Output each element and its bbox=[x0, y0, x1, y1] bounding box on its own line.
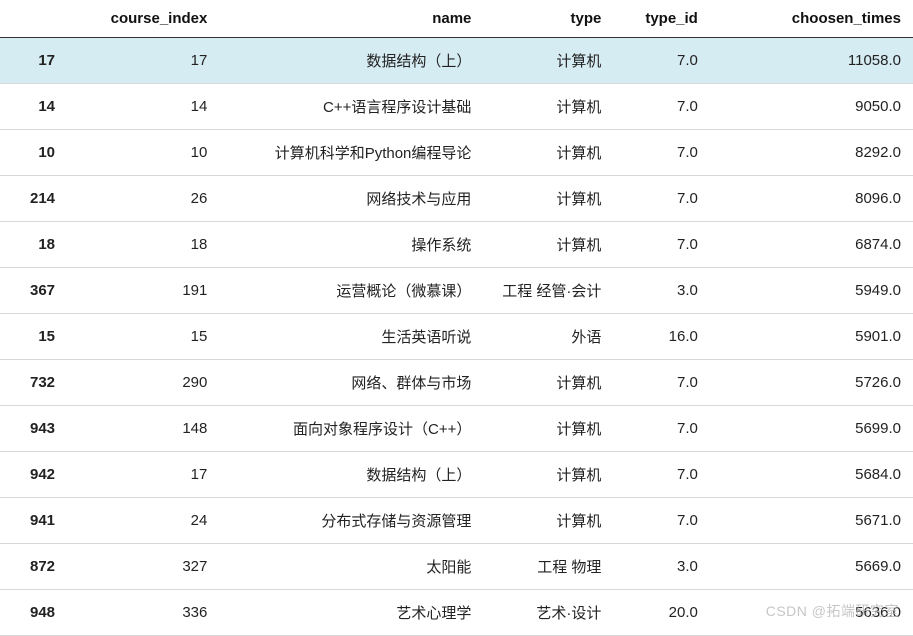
cell-course_index: 18 bbox=[67, 222, 219, 268]
cell-name: 太阳能 bbox=[219, 544, 483, 590]
cell-idx: 948 bbox=[0, 590, 67, 636]
cell-type: 计算机 bbox=[483, 406, 613, 452]
cell-type_id: 7.0 bbox=[613, 38, 709, 84]
cell-name: C++语言程序设计基础 bbox=[219, 84, 483, 130]
cell-course_index: 148 bbox=[67, 406, 219, 452]
cell-idx: 943 bbox=[0, 406, 67, 452]
cell-course_index: 336 bbox=[67, 590, 219, 636]
cell-type_id: 7.0 bbox=[613, 176, 709, 222]
col-type: type bbox=[483, 0, 613, 38]
cell-name: 网络技术与应用 bbox=[219, 176, 483, 222]
cell-type_id: 3.0 bbox=[613, 268, 709, 314]
cell-type_id: 20.0 bbox=[613, 590, 709, 636]
cell-choosen_times: 5901.0 bbox=[710, 314, 913, 360]
table-row: 943148面向对象程序设计（C++）计算机7.05699.0 bbox=[0, 406, 913, 452]
table-row: 732290网络、群体与市场计算机7.05726.0 bbox=[0, 360, 913, 406]
cell-type_id: 7.0 bbox=[613, 84, 709, 130]
cell-idx: 14 bbox=[0, 84, 67, 130]
cell-name: 分布式存储与资源管理 bbox=[219, 498, 483, 544]
col-type-id: type_id bbox=[613, 0, 709, 38]
table-row: 21426网络技术与应用计算机7.08096.0 bbox=[0, 176, 913, 222]
table-row: 94124分布式存储与资源管理计算机7.05671.0 bbox=[0, 498, 913, 544]
cell-idx: 15 bbox=[0, 314, 67, 360]
cell-type_id: 7.0 bbox=[613, 406, 709, 452]
table-row: 1010计算机科学和Python编程导论计算机7.08292.0 bbox=[0, 130, 913, 176]
cell-type_id: 7.0 bbox=[613, 360, 709, 406]
cell-choosen_times: 8292.0 bbox=[710, 130, 913, 176]
cell-choosen_times: 5726.0 bbox=[710, 360, 913, 406]
cell-type: 计算机 bbox=[483, 38, 613, 84]
cell-idx: 214 bbox=[0, 176, 67, 222]
col-index bbox=[0, 0, 67, 38]
cell-type: 外语 bbox=[483, 314, 613, 360]
cell-type: 计算机 bbox=[483, 130, 613, 176]
cell-course_index: 327 bbox=[67, 544, 219, 590]
cell-course_index: 24 bbox=[67, 498, 219, 544]
cell-course_index: 15 bbox=[67, 314, 219, 360]
cell-type: 计算机 bbox=[483, 498, 613, 544]
cell-type: 工程 物理 bbox=[483, 544, 613, 590]
cell-name: 数据结构（上） bbox=[219, 452, 483, 498]
cell-course_index: 191 bbox=[67, 268, 219, 314]
cell-course_index: 26 bbox=[67, 176, 219, 222]
cell-idx: 942 bbox=[0, 452, 67, 498]
table-header-row: course_index name type type_id choosen_t… bbox=[0, 0, 913, 38]
cell-type_id: 7.0 bbox=[613, 130, 709, 176]
cell-choosen_times: 5671.0 bbox=[710, 498, 913, 544]
cell-name: 计算机科学和Python编程导论 bbox=[219, 130, 483, 176]
cell-choosen_times: 5636.0 bbox=[710, 590, 913, 636]
cell-idx: 941 bbox=[0, 498, 67, 544]
col-name: name bbox=[219, 0, 483, 38]
table-row: 367191运营概论（微慕课）工程 经管·会计3.05949.0 bbox=[0, 268, 913, 314]
cell-course_index: 290 bbox=[67, 360, 219, 406]
cell-name: 艺术心理学 bbox=[219, 590, 483, 636]
cell-course_index: 17 bbox=[67, 38, 219, 84]
table-row: 94217数据结构（上）计算机7.05684.0 bbox=[0, 452, 913, 498]
data-table: course_index name type type_id choosen_t… bbox=[0, 0, 913, 636]
cell-course_index: 10 bbox=[67, 130, 219, 176]
table-row: 872327太阳能工程 物理3.05669.0 bbox=[0, 544, 913, 590]
cell-type_id: 7.0 bbox=[613, 222, 709, 268]
cell-type: 计算机 bbox=[483, 84, 613, 130]
cell-name: 操作系统 bbox=[219, 222, 483, 268]
cell-idx: 17 bbox=[0, 38, 67, 84]
cell-choosen_times: 6874.0 bbox=[710, 222, 913, 268]
table-row: 1515生活英语听说外语16.05901.0 bbox=[0, 314, 913, 360]
cell-type: 计算机 bbox=[483, 452, 613, 498]
cell-idx: 10 bbox=[0, 130, 67, 176]
cell-idx: 367 bbox=[0, 268, 67, 314]
cell-course_index: 14 bbox=[67, 84, 219, 130]
cell-choosen_times: 11058.0 bbox=[710, 38, 913, 84]
cell-name: 运营概论（微慕课） bbox=[219, 268, 483, 314]
cell-idx: 18 bbox=[0, 222, 67, 268]
cell-choosen_times: 9050.0 bbox=[710, 84, 913, 130]
cell-type_id: 16.0 bbox=[613, 314, 709, 360]
cell-name: 生活英语听说 bbox=[219, 314, 483, 360]
cell-choosen_times: 8096.0 bbox=[710, 176, 913, 222]
cell-course_index: 17 bbox=[67, 452, 219, 498]
col-choosen-times: choosen_times bbox=[710, 0, 913, 38]
table-row: 1717数据结构（上）计算机7.011058.0 bbox=[0, 38, 913, 84]
table-row: 1414C++语言程序设计基础计算机7.09050.0 bbox=[0, 84, 913, 130]
cell-idx: 872 bbox=[0, 544, 67, 590]
cell-type_id: 7.0 bbox=[613, 498, 709, 544]
cell-idx: 732 bbox=[0, 360, 67, 406]
table-row: 1818操作系统计算机7.06874.0 bbox=[0, 222, 913, 268]
cell-type: 计算机 bbox=[483, 222, 613, 268]
cell-type_id: 7.0 bbox=[613, 452, 709, 498]
cell-name: 网络、群体与市场 bbox=[219, 360, 483, 406]
cell-choosen_times: 5669.0 bbox=[710, 544, 913, 590]
cell-choosen_times: 5949.0 bbox=[710, 268, 913, 314]
cell-name: 面向对象程序设计（C++） bbox=[219, 406, 483, 452]
cell-type_id: 3.0 bbox=[613, 544, 709, 590]
col-course-index: course_index bbox=[67, 0, 219, 38]
cell-choosen_times: 5699.0 bbox=[710, 406, 913, 452]
cell-type: 计算机 bbox=[483, 360, 613, 406]
cell-type: 艺术·设计 bbox=[483, 590, 613, 636]
cell-type: 工程 经管·会计 bbox=[483, 268, 613, 314]
cell-choosen_times: 5684.0 bbox=[710, 452, 913, 498]
cell-type: 计算机 bbox=[483, 176, 613, 222]
cell-name: 数据结构（上） bbox=[219, 38, 483, 84]
table-row: 948336艺术心理学艺术·设计20.05636.0 bbox=[0, 590, 913, 636]
